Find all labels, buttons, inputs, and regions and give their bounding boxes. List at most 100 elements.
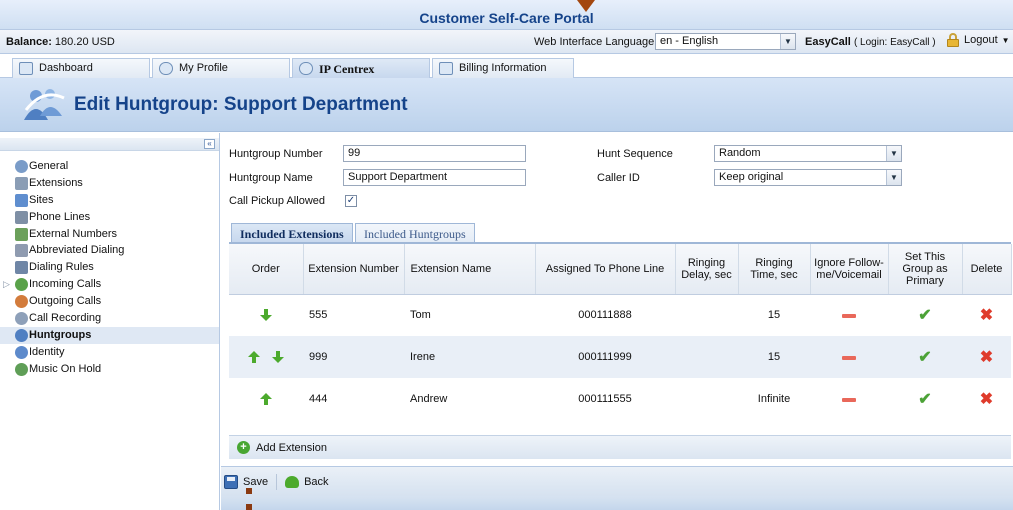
move-down-icon[interactable] bbox=[260, 309, 272, 322]
external-numbers-icon bbox=[15, 227, 28, 241]
language-value: en - English bbox=[660, 35, 719, 47]
save-icon bbox=[224, 474, 238, 489]
huntgroup-number-input[interactable]: 99 bbox=[343, 145, 526, 162]
sidebar-item-general[interactable]: General bbox=[0, 158, 219, 175]
sidebar-item-identity[interactable]: Identity bbox=[0, 344, 219, 361]
hunt-sequence-select[interactable]: Random ▼ bbox=[714, 145, 902, 162]
tab-label: IP Centrex bbox=[319, 62, 375, 76]
caller-id-select[interactable]: Keep original ▼ bbox=[714, 169, 902, 186]
tab-included-extensions[interactable]: Included Extensions bbox=[231, 223, 353, 242]
delete-icon[interactable]: ✖ bbox=[980, 307, 993, 324]
move-up-icon[interactable] bbox=[260, 393, 272, 405]
collapse-icon[interactable]: « bbox=[204, 139, 215, 149]
info-bar: Balance: 180.20 USD Web Interface Langua… bbox=[0, 30, 1013, 54]
huntgroup-number-label: Huntgroup Number bbox=[229, 148, 323, 160]
sidebar-item-huntgroups[interactable]: Huntgroups bbox=[0, 326, 219, 344]
user-info: EasyCall ( Login: EasyCall ) bbox=[805, 36, 936, 48]
hunt-sequence-label: Hunt Sequence bbox=[597, 148, 673, 160]
hunt-sequence-value: Random bbox=[719, 147, 761, 159]
sidebar-item-label: Identity bbox=[29, 345, 65, 358]
sidebar-item-dialing-rules[interactable]: Dialing Rules bbox=[0, 259, 219, 276]
tab-billing-information[interactable]: Billing Information bbox=[432, 58, 574, 78]
chevron-down-icon[interactable]: ▼ bbox=[780, 34, 795, 49]
checkmark-icon[interactable]: ✔ bbox=[918, 307, 931, 324]
minus-icon[interactable] bbox=[842, 356, 856, 360]
delete-cell: ✖ bbox=[962, 378, 1011, 420]
save-button[interactable]: Save bbox=[224, 474, 268, 489]
sidebar-item-extensions[interactable]: Extensions bbox=[0, 175, 219, 192]
sidebar-collapse-bar: « bbox=[0, 138, 219, 151]
music-on-hold-icon bbox=[15, 362, 28, 376]
table-row[interactable]: 444 Andrew 000111555 Infinite ✔ ✖ bbox=[229, 378, 1011, 420]
chevron-down-icon[interactable]: ▼ bbox=[1002, 36, 1010, 45]
column-header-order[interactable]: Order bbox=[229, 244, 304, 295]
extension-number-cell: 999 bbox=[303, 336, 404, 378]
huntgroup-name-input[interactable]: Support Department bbox=[343, 169, 526, 186]
ringing-delay-cell bbox=[675, 294, 738, 336]
chevron-down-icon[interactable]: ▼ bbox=[886, 146, 901, 161]
annotation-arrow-marker bbox=[568, 0, 604, 12]
column-header-delete[interactable]: Delete bbox=[962, 244, 1012, 295]
tab-ip-centrex[interactable]: IP Centrex bbox=[292, 58, 430, 78]
table-row[interactable]: 555 Tom 000111888 15 ✔ ✖ bbox=[229, 294, 1011, 336]
user-icon bbox=[159, 62, 173, 75]
toolbar-separator bbox=[276, 473, 278, 490]
move-up-icon[interactable] bbox=[247, 351, 260, 363]
call-pickup-checkbox[interactable]: ✓ bbox=[345, 195, 357, 207]
column-header-extension-name[interactable]: Extension Name bbox=[404, 244, 536, 295]
sidebar-item-sites[interactable]: Sites bbox=[0, 192, 219, 209]
delete-icon[interactable]: ✖ bbox=[980, 349, 993, 366]
sidebar-item-call-recording[interactable]: Call Recording bbox=[0, 310, 219, 327]
sidebar-item-label: Call Recording bbox=[29, 312, 102, 325]
delete-icon[interactable]: ✖ bbox=[980, 391, 993, 408]
main-tab-bar: Dashboard My Profile IP Centrex Billing … bbox=[0, 56, 1013, 78]
tab-my-profile[interactable]: My Profile bbox=[152, 58, 290, 78]
checkmark-icon[interactable]: ✔ bbox=[918, 391, 931, 408]
caller-id-value: Keep original bbox=[719, 171, 784, 183]
column-header-assigned-phone-line[interactable]: Assigned To Phone Line bbox=[535, 244, 676, 295]
tab-included-huntgroups[interactable]: Included Huntgroups bbox=[355, 223, 475, 242]
sidebar-item-phone-lines[interactable]: Phone Lines bbox=[0, 209, 219, 226]
call-pickup-label: Call Pickup Allowed bbox=[229, 195, 325, 207]
sidebar-item-incoming-calls[interactable]: ▷ Incoming Calls bbox=[0, 276, 219, 293]
call-recording-icon bbox=[15, 312, 28, 326]
lock-icon bbox=[946, 33, 960, 47]
table-row[interactable]: 999 Irene 000111999 15 ✔ ✖ bbox=[229, 336, 1011, 378]
huntgroups-icon bbox=[15, 328, 28, 342]
language-select[interactable]: en - English ▼ bbox=[655, 33, 796, 50]
logout-button[interactable]: Logout ▼ bbox=[946, 33, 1010, 47]
add-extension-button[interactable]: + Add Extension bbox=[229, 435, 1011, 459]
expand-icon[interactable]: ▷ bbox=[3, 276, 10, 293]
sidebar-item-abbreviated-dialing[interactable]: Abbreviated Dialing bbox=[0, 242, 219, 259]
column-header-ignore-followme[interactable]: Ignore Follow-me/Voicemail bbox=[810, 244, 889, 295]
minus-icon[interactable] bbox=[842, 314, 856, 319]
back-button[interactable]: Back bbox=[285, 475, 329, 488]
minus-icon[interactable] bbox=[842, 398, 856, 402]
column-header-extension-number[interactable]: Extension Number bbox=[303, 244, 405, 295]
chevron-down-icon[interactable]: ▼ bbox=[886, 170, 901, 185]
ringing-delay-cell bbox=[675, 336, 738, 378]
column-header-ringing-time[interactable]: Ringing Time, sec bbox=[738, 244, 811, 295]
ignore-followme-cell bbox=[810, 378, 888, 420]
sidebar-item-outgoing-calls[interactable]: Outgoing Calls bbox=[0, 293, 219, 310]
sidebar-item-external-numbers[interactable]: External Numbers bbox=[0, 226, 219, 243]
column-header-ringing-delay[interactable]: Ringing Delay, sec bbox=[675, 244, 739, 295]
ringing-time-cell: Infinite bbox=[757, 393, 791, 405]
dashboard-icon bbox=[19, 62, 33, 75]
delete-cell: ✖ bbox=[962, 336, 1011, 378]
column-header-set-primary[interactable]: Set This Group as Primary bbox=[888, 244, 963, 295]
order-cell bbox=[229, 336, 303, 378]
tab-dashboard[interactable]: Dashboard bbox=[12, 58, 150, 78]
add-extension-label: Add Extension bbox=[256, 441, 327, 454]
ignore-followme-cell bbox=[810, 294, 888, 336]
tab-label: My Profile bbox=[179, 62, 228, 74]
sidebar-item-label: General bbox=[29, 160, 69, 172]
caller-id-label: Caller ID bbox=[597, 172, 640, 184]
sidebar-item-music-on-hold[interactable]: Music On Hold bbox=[0, 361, 219, 378]
checkmark-icon[interactable]: ✔ bbox=[918, 349, 931, 366]
phone-line-cell: 000111888 bbox=[578, 309, 632, 322]
extension-name-cell: Andrew bbox=[410, 393, 448, 405]
move-down-icon[interactable] bbox=[272, 351, 285, 363]
billing-icon bbox=[439, 62, 453, 75]
bottom-strip bbox=[221, 496, 1013, 510]
